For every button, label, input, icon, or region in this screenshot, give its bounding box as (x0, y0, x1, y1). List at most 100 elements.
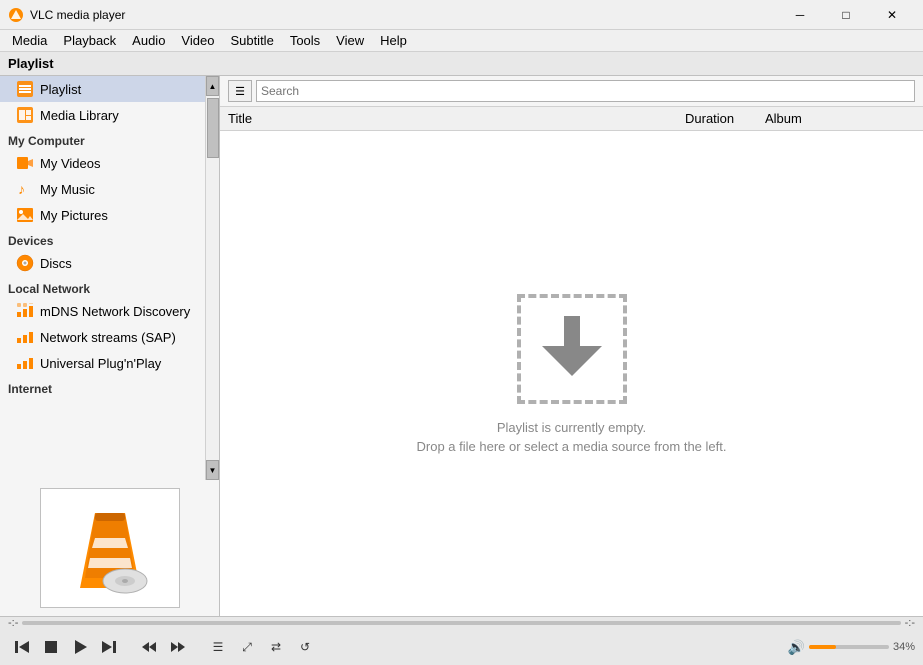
prev-button[interactable] (8, 633, 36, 661)
stop-button[interactable] (37, 633, 65, 661)
bottom-controls: -:- -:- (0, 616, 923, 665)
sidebar-item-my-music[interactable]: ♪ My Music (0, 176, 205, 202)
next-button[interactable] (95, 633, 123, 661)
sidebar-item-sap[interactable]: Network streams (SAP) (0, 324, 205, 350)
sidebar: Playlist Media Library (0, 76, 220, 616)
svg-text:♪: ♪ (18, 181, 25, 197)
volume-fill (809, 645, 836, 649)
titlebar: VLC media player ─ □ ✕ (0, 0, 923, 30)
playback-controls (8, 633, 123, 661)
vlc-logo-svg (50, 493, 170, 603)
sidebar-item-my-videos[interactable]: My Videos (0, 150, 205, 176)
main-layout: Playlist (0, 52, 923, 665)
scroll-up-btn[interactable]: ▲ (206, 76, 219, 96)
app-icon (8, 7, 24, 23)
volume-icon: 🔊 (788, 639, 805, 656)
sidebar-upnp-label: Universal Plug'n'Play (40, 356, 161, 371)
sidebar-my-music-label: My Music (40, 182, 95, 197)
menu-view[interactable]: View (328, 31, 372, 50)
sidebar-my-videos-label: My Videos (40, 156, 100, 171)
scroll-thumb[interactable] (207, 98, 219, 158)
sidebar-items: Playlist Media Library (0, 76, 205, 480)
slow-button[interactable] (135, 633, 163, 661)
playlist-view-btn[interactable]: ☰ (228, 80, 252, 102)
sidebar-item-mdns[interactable]: mDNS Network Discovery (0, 298, 205, 324)
extra-controls (135, 633, 192, 661)
volume-pct: 34% (893, 641, 915, 653)
sidebar-playlist-label: Playlist (40, 82, 81, 97)
col-title: Title (228, 111, 685, 126)
sidebar-item-playlist[interactable]: Playlist (0, 76, 205, 102)
menubar: Media Playback Audio Video Subtitle Tool… (0, 30, 923, 52)
sidebar-item-my-pictures[interactable]: My Pictures (0, 202, 205, 228)
video-icon (16, 154, 34, 172)
section-header-my-computer: My Computer (0, 128, 205, 150)
col-album: Album (765, 111, 915, 126)
content-area: Playlist Media Library (0, 76, 923, 616)
progress-bar-area: -:- -:- (0, 617, 923, 629)
repeat-btn[interactable]: ↺ (291, 633, 319, 661)
sidebar-sap-label: Network streams (SAP) (40, 330, 176, 345)
section-header-devices: Devices (0, 228, 205, 250)
disc-icon (16, 254, 34, 272)
progress-track[interactable] (22, 621, 900, 625)
extended-btn[interactable]: ⤢ (233, 633, 261, 661)
menu-help[interactable]: Help (372, 31, 415, 50)
panel-toolbar: ☰ (220, 76, 923, 107)
sidebar-scroll-container: Playlist Media Library (0, 76, 219, 480)
volume-track[interactable] (809, 645, 889, 649)
maximize-button[interactable]: □ (823, 0, 869, 30)
column-headers: Title Duration Album (220, 107, 923, 131)
volume-area: 🔊 34% (788, 639, 915, 656)
vlc-logo-box (40, 488, 180, 608)
shuffle-btn[interactable]: ⇄ (262, 633, 290, 661)
sidebar-my-pictures-label: My Pictures (40, 208, 108, 223)
menu-media[interactable]: Media (4, 31, 55, 50)
sidebar-item-upnp[interactable]: Universal Plug'n'Play (0, 350, 205, 376)
empty-message-line1: Playlist is currently empty. (497, 420, 646, 435)
music-icon: ♪ (16, 180, 34, 198)
menu-tools[interactable]: Tools (282, 31, 328, 50)
empty-message-line2: Drop a file here or select a media sourc… (417, 439, 727, 454)
menu-playback[interactable]: Playback (55, 31, 124, 50)
menu-audio[interactable]: Audio (124, 31, 173, 50)
section-header-local-network: Local Network (0, 276, 205, 298)
scroll-track[interactable] (206, 96, 219, 460)
close-button[interactable]: ✕ (869, 0, 915, 30)
vlc-logo-area (0, 480, 219, 616)
scroll-down-btn[interactable]: ▼ (206, 460, 219, 480)
toggle-playlist-btn[interactable]: ☰ (204, 633, 232, 661)
search-input[interactable] (256, 80, 915, 102)
window-controls: ─ □ ✕ (777, 0, 915, 30)
fast-button[interactable] (164, 633, 192, 661)
library-icon (16, 106, 34, 124)
network-icon-upnp (16, 354, 34, 372)
sidebar-scrollbar[interactable]: ▲ ▼ (205, 76, 219, 480)
sidebar-mdns-label: mDNS Network Discovery (40, 304, 190, 319)
drop-area: Playlist is currently empty. Drop a file… (220, 131, 923, 616)
col-duration: Duration (685, 111, 765, 126)
section-header-internet: Internet (0, 376, 205, 398)
network-icon-mdns (16, 302, 34, 320)
sidebar-discs-label: Discs (40, 256, 72, 271)
play-button[interactable] (66, 633, 94, 661)
sidebar-media-library-label: Media Library (40, 108, 119, 123)
sidebar-item-media-library[interactable]: Media Library (0, 102, 205, 128)
main-panel: ☰ Title Duration Album Playlist is curre… (220, 76, 923, 616)
picture-icon (16, 206, 34, 224)
time-current: -:- (8, 617, 18, 629)
network-icon-sap (16, 328, 34, 346)
download-arrow-icon (542, 314, 602, 384)
app-title: VLC media player (30, 8, 777, 22)
menu-video[interactable]: Video (173, 31, 222, 50)
time-total: -:- (905, 617, 915, 629)
list-icon (16, 80, 34, 98)
drop-icon (517, 294, 627, 404)
playlist-header-label: Playlist (8, 56, 54, 71)
sidebar-item-discs[interactable]: Discs (0, 250, 205, 276)
mode-controls: ☰ ⤢ ⇄ ↺ (204, 633, 319, 661)
menu-subtitle[interactable]: Subtitle (222, 31, 281, 50)
controls-row: ☰ ⤢ ⇄ ↺ 🔊 34% (0, 629, 923, 665)
minimize-button[interactable]: ─ (777, 0, 823, 30)
playlist-section-header: Playlist (0, 52, 923, 76)
